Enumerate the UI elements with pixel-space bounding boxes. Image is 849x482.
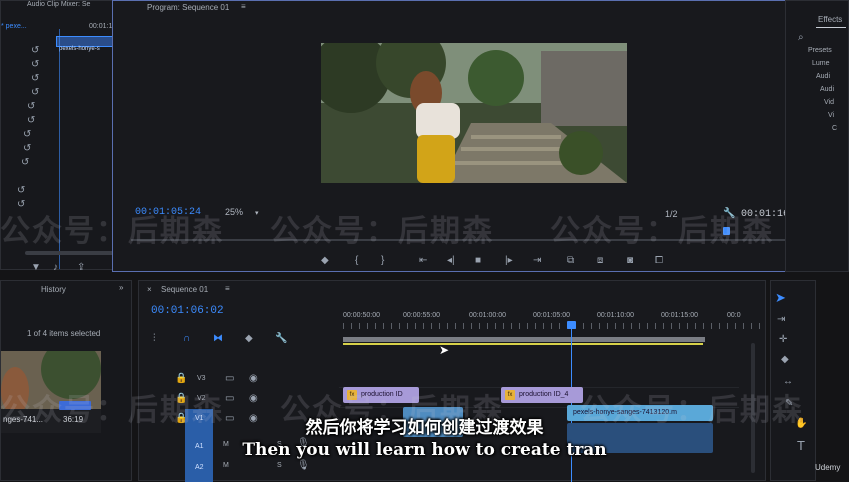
lift-icon[interactable]: ⧉ [567,256,574,266]
go-to-out-icon[interactable]: ⇥ [533,256,541,266]
effects-tree-item[interactable]: Audi [820,86,834,93]
effects-panel: Effects ⌕ Presets Lume Audi Audi Vid Vi … [785,0,849,272]
marker-icon[interactable]: ◆ [321,256,329,266]
watermark-top: 公众号：后期森 [270,214,494,249]
effects-tree-item[interactable]: Audi [816,73,830,80]
solo-button[interactable]: S [277,462,282,469]
sync-lock-icon[interactable]: ▭ [225,394,234,404]
chevron-down-icon: ▾ [255,210,259,217]
stop-icon[interactable]: ■ [475,256,481,266]
zoom-select[interactable]: 25% ▾ [225,207,259,217]
sequence-timecode[interactable]: 00:01:06:02 [151,305,224,317]
out-point-icon[interactable]: } [381,256,384,266]
mic-icon[interactable]: 🎙 [297,461,310,471]
wrench-icon[interactable]: 🔧 [275,334,287,344]
undo-icon[interactable]: ↺ [23,130,31,140]
udemy-logo: Udemy [815,463,841,472]
in-point-icon[interactable]: { [355,256,358,266]
video-scene [321,43,627,183]
effects-tab[interactable]: Effects [818,15,842,24]
ruler-label: 00:01:00:00 [469,312,506,319]
undo-icon[interactable]: ↺ [17,186,25,196]
filter-icon[interactable]: ▼ [31,263,41,273]
clip-production-id-4[interactable]: fx production ID_4 [501,387,583,403]
eye-icon[interactable]: ◉ [249,394,258,404]
eye-icon[interactable]: ◉ [249,374,258,384]
track-label: V3 [197,375,206,382]
export-icon[interactable]: ⇪ [77,263,85,273]
history-status: 1 of 4 items selected [27,329,101,338]
effects-tree-item[interactable]: Vi [828,112,834,119]
zoom-value: 25% [225,207,244,217]
ruler-label: 00:0 [727,312,741,319]
ruler-ticks [343,323,763,329]
linked-selection-icon[interactable]: ⧓ [213,334,223,344]
undo-icon[interactable]: ↺ [31,88,39,98]
undo-icon[interactable]: ↺ [21,158,29,168]
effects-tree-item[interactable]: Vid [824,99,834,106]
sequence-tab[interactable]: Sequence 01 [161,285,208,294]
effects-tree-item[interactable]: Presets [808,47,832,54]
undo-icon[interactable]: ↺ [23,144,31,154]
audio-mixer-clip-label: pexels-honye-s [59,46,100,52]
search-icon[interactable]: ⌕ [798,33,804,43]
audio-mixer-left-fragment: * pexe... [1,23,27,30]
snap-icon[interactable]: ∩ [183,334,190,344]
work-area-highlight [343,343,703,345]
program-menu-icon[interactable]: ≡ [241,2,246,11]
audio-mixer-timecode: 00:01:1 [89,23,113,30]
undo-icon[interactable]: ↺ [31,74,39,84]
ruler-label: 00:01:05:00 [533,312,570,319]
audio-mixer-clip[interactable]: pexels-honye-s [56,36,118,52]
sequence-close-icon[interactable]: × [147,285,152,294]
mute-button[interactable]: M [223,462,229,469]
sync-lock-icon[interactable]: ▭ [225,374,234,384]
step-forward-icon[interactable]: |▸ [505,256,513,266]
ruler-label: 00:00:50:00 [343,312,380,319]
clip-label: production ID_4 [519,391,569,398]
go-to-in-icon[interactable]: ⇤ [419,256,427,266]
audio-mixer-tab[interactable]: Audio Clip Mixer: Se [27,1,90,8]
time-ruler[interactable]: 00:00:50:00 00:00:55:00 00:01:00:00 00:0… [343,309,763,335]
effects-tab-underline [816,27,846,28]
effects-tree-item[interactable]: Lume [812,60,830,67]
extract-icon[interactable]: ⧈ [597,256,603,266]
mixer-scrollbar[interactable] [25,251,120,255]
undo-icon[interactable]: ↺ [31,60,39,70]
undo-icon[interactable]: ↺ [31,46,39,56]
history-expand-icon[interactable]: » [119,283,123,292]
watermark-top: 公众号：后期森 [0,214,224,249]
undo-icon[interactable]: ↺ [27,116,35,126]
ruler-label: 00:01:15:00 [661,312,698,319]
nest-icon[interactable]: ⫶ [153,334,156,344]
track-select-icon[interactable]: ⇥ [777,315,785,325]
undo-icon[interactable]: ↺ [27,102,35,112]
program-tab[interactable]: Program: Sequence 01 [147,3,229,12]
ripple-edit-icon[interactable]: ✛ [779,335,787,345]
work-area-bar[interactable] [343,337,705,342]
fx-badge: fx [505,390,515,400]
ruler-label: 00:00:55:00 [403,312,440,319]
subtitle-chinese: 然后你将学习如何创建过渡效果 [305,418,544,438]
track-label: A2 [195,464,204,471]
compare-icon[interactable]: ⧠ [655,256,663,266]
program-video-frame [321,43,627,183]
lock-icon[interactable]: 🔒 [175,374,187,384]
sequence-menu-icon[interactable]: ≡ [225,284,230,293]
timeline-playhead-handle[interactable] [567,321,576,329]
effects-tree-item[interactable]: C [832,125,837,132]
marker-icon[interactable]: ◆ [245,334,253,344]
ruler-label: 00:01:10:00 [597,312,634,319]
camera-icon[interactable]: ◙ [627,256,633,266]
subtitle-english: Then you will learn how to create tran [242,440,607,460]
history-tab[interactable]: History [41,285,66,294]
razor-icon[interactable]: ◆ [781,355,789,365]
selection-tool-icon[interactable]: ➤ [775,291,786,304]
watermark-top: 公众号：后期森 [550,214,774,249]
music-icon[interactable]: ♪ [53,263,58,273]
mouse-cursor-icon: ➤ [439,343,450,357]
step-back-icon[interactable]: ◂| [447,256,455,266]
